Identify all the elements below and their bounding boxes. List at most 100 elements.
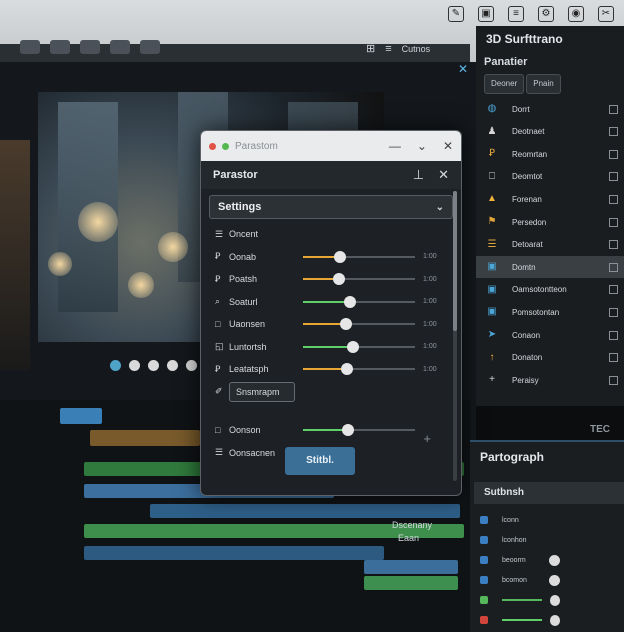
- parameter-slider[interactable]: [303, 295, 415, 308]
- panel-item[interactable]: ♟ Deotnaet: [476, 121, 624, 143]
- parameter-row[interactable]: Ꝑ Leatatsph 1:00: [215, 358, 451, 380]
- paragraph-row[interactable]: [480, 592, 620, 608]
- dialog-scrollbar[interactable]: [453, 191, 457, 481]
- slider-knob[interactable]: [332, 273, 345, 285]
- panel-item[interactable]: ➤ Conaon: [476, 324, 624, 346]
- toggle-knob[interactable]: [549, 554, 560, 566]
- parameter-slider[interactable]: [303, 318, 415, 330]
- playback-dot[interactable]: [148, 360, 159, 371]
- add-icon[interactable]: +: [423, 431, 431, 446]
- tool-button[interactable]: [140, 40, 160, 54]
- tool-button[interactable]: [50, 40, 70, 54]
- panel-item[interactable]: + Peraisy: [476, 369, 624, 391]
- maximize-dot-icon[interactable]: [222, 142, 229, 150]
- parameter-slider[interactable]: [303, 250, 415, 263]
- parameter-row[interactable]: ⌕ Soaturl 1:00: [215, 291, 451, 313]
- checkbox[interactable]: [609, 307, 618, 317]
- menu-icon[interactable]: ≡: [385, 43, 391, 55]
- toggle-knob[interactable]: [549, 594, 560, 606]
- playback-dot[interactable]: [186, 360, 197, 371]
- parameter-slider[interactable]: [303, 424, 415, 436]
- fit-icon[interactable]: ⊞: [366, 42, 375, 55]
- pin-icon[interactable]: ⊥: [413, 167, 424, 183]
- scissors-icon[interactable]: ✂: [598, 6, 614, 22]
- edit-icon[interactable]: ✎: [448, 6, 464, 22]
- parameter-row[interactable]: Ꝑ Poatsh 1:00: [215, 268, 451, 290]
- checkbox[interactable]: [609, 194, 618, 204]
- slider-knob[interactable]: [347, 340, 360, 353]
- layers-icon[interactable]: ≡: [508, 6, 524, 22]
- panel-item[interactable]: ⚑ Persedon: [476, 211, 624, 233]
- checkbox[interactable]: [609, 127, 618, 137]
- panel-item[interactable]: ⎕ Deomtot: [476, 166, 624, 188]
- panel-item[interactable]: ▣ Pomsotontan: [476, 301, 624, 323]
- minimize-icon[interactable]: —: [389, 139, 401, 153]
- paragraph-subheader[interactable]: Sutbnsh: [474, 482, 624, 504]
- playback-dot[interactable]: [110, 360, 121, 371]
- tool-button[interactable]: [20, 40, 40, 54]
- panel-item[interactable]: Ꝑ Reomrtan: [476, 143, 624, 165]
- checkbox[interactable]: [609, 149, 618, 159]
- panel-tab[interactable]: Pnain: [526, 74, 561, 94]
- panel-item[interactable]: ▲ Forenan: [476, 188, 624, 210]
- parameter-label[interactable]: Snsmrapm: [229, 381, 295, 402]
- panel-item[interactable]: ▣ Domtn: [476, 256, 624, 279]
- submit-button[interactable]: Stitbl.: [285, 447, 355, 475]
- timeline-tab[interactable]: [60, 408, 102, 424]
- panel-item[interactable]: ▣ Oamsotontteon: [476, 279, 624, 301]
- paragraph-row[interactable]: lconn: [480, 512, 620, 528]
- close-icon[interactable]: ✕: [443, 139, 453, 153]
- paragraph-row[interactable]: [480, 612, 620, 628]
- panel-item[interactable]: ☰ Detoarat: [476, 234, 624, 256]
- close-dot-icon[interactable]: [209, 142, 216, 150]
- close-icon[interactable]: ✕: [458, 62, 468, 76]
- parameter-row[interactable]: □ Oonson: [215, 419, 451, 441]
- checkbox[interactable]: [609, 285, 618, 295]
- checkbox[interactable]: [609, 375, 618, 385]
- gear-icon[interactable]: ⚙: [538, 6, 554, 22]
- scrollbar-thumb[interactable]: [453, 191, 457, 331]
- tool-button[interactable]: [80, 40, 100, 54]
- checkbox[interactable]: [609, 262, 618, 272]
- timeline-clip[interactable]: [364, 576, 458, 590]
- timeline-clip[interactable]: [150, 504, 460, 518]
- checkbox[interactable]: [609, 240, 618, 250]
- settings-dropdown[interactable]: Settings ⌄: [209, 195, 453, 219]
- panel-item[interactable]: ↑ Donaton: [476, 347, 624, 369]
- slider-knob[interactable]: [339, 318, 352, 330]
- checkbox[interactable]: [609, 217, 618, 227]
- panel-item[interactable]: ◍ Dorrt: [476, 98, 624, 120]
- checkbox[interactable]: [609, 330, 618, 340]
- close-icon[interactable]: ✕: [438, 167, 449, 183]
- slider-knob[interactable]: [341, 424, 354, 436]
- timeline-clip[interactable]: [84, 546, 384, 560]
- parameter-slider[interactable]: [303, 363, 415, 375]
- slider-knob[interactable]: [340, 363, 353, 375]
- crop-icon[interactable]: ▣: [478, 6, 494, 22]
- playback-dot[interactable]: [129, 360, 140, 371]
- timeline-clip[interactable]: [90, 430, 200, 446]
- checkbox[interactable]: [609, 353, 618, 363]
- paragraph-row[interactable]: bcomon: [480, 572, 620, 588]
- camera-icon[interactable]: ◉: [568, 6, 584, 22]
- parameter-row[interactable]: □ Uaonsen 1:00: [215, 313, 451, 335]
- slider-knob[interactable]: [333, 250, 346, 263]
- checkbox[interactable]: [609, 104, 618, 114]
- panel-tab[interactable]: Deoner: [484, 74, 525, 94]
- chevron-down-icon[interactable]: ⌄: [417, 139, 427, 153]
- checkbox[interactable]: [609, 172, 618, 182]
- toggle-knob[interactable]: [549, 614, 560, 626]
- playback-dot[interactable]: [167, 360, 178, 371]
- timeline-clip[interactable]: [364, 560, 458, 574]
- paragraph-row[interactable]: beoorm: [480, 552, 620, 568]
- parameter-row[interactable]: ◱ Luntortsh 1:00: [215, 336, 451, 358]
- thumbnail-strip[interactable]: [0, 140, 30, 370]
- toggle-knob[interactable]: [549, 574, 560, 586]
- tool-button[interactable]: [110, 40, 130, 54]
- parameter-slider[interactable]: [303, 340, 415, 353]
- cutnos-label[interactable]: Cutnos: [402, 44, 431, 54]
- parameter-slider[interactable]: [303, 273, 415, 285]
- slider-knob[interactable]: [344, 295, 357, 308]
- parameter-row[interactable]: Ꝑ Oonab 1:00: [215, 246, 451, 268]
- paragraph-row[interactable]: lconhon: [480, 532, 620, 548]
